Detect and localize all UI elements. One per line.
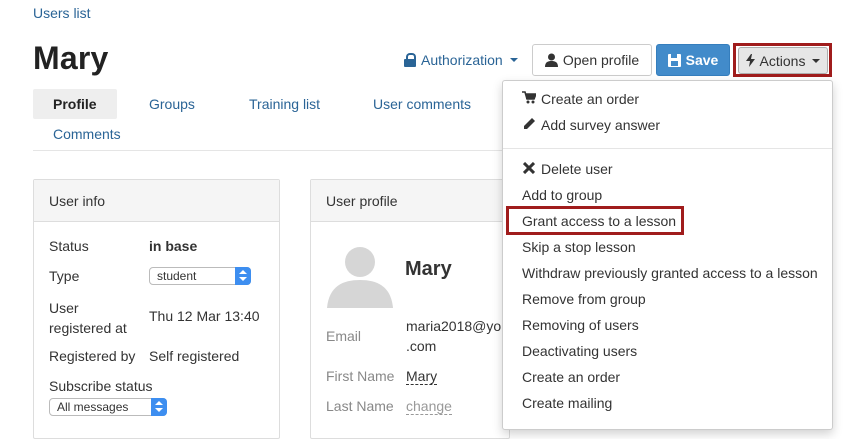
last-name-change-link[interactable]: change: [406, 398, 452, 415]
status-value: in base: [149, 238, 198, 254]
page-title: Mary: [33, 40, 109, 76]
menu-item-skip-stop-lesson[interactable]: Skip a stop lesson: [522, 239, 636, 255]
registered-at-label: User registered at: [49, 300, 127, 336]
registered-by-value: Self registered: [149, 348, 240, 364]
menu-item-remove-from-group[interactable]: Remove from group: [522, 291, 646, 307]
tabs-divider: [33, 150, 503, 151]
floppy-icon: [667, 53, 681, 67]
user-icon: [544, 53, 558, 67]
caret-down-icon: [812, 58, 821, 63]
last-name-label: Last Name: [326, 398, 394, 414]
email-value-line2: .com: [406, 338, 437, 354]
user-info-title: User info: [34, 180, 279, 222]
menu-item-withdraw-access[interactable]: Withdraw previously granted access to a …: [522, 265, 818, 281]
menu-divider: [503, 148, 832, 149]
menu-item-add-to-group[interactable]: Add to group: [522, 187, 602, 203]
tab-training-list[interactable]: Training list: [249, 96, 320, 112]
tab-user-comments[interactable]: User comments: [373, 96, 471, 112]
open-profile-label: Open profile: [562, 52, 640, 68]
tab-comments[interactable]: Comments: [53, 126, 121, 142]
menu-item-label: Add survey answer: [541, 117, 661, 133]
first-name-value[interactable]: Mary: [406, 368, 438, 385]
email-value-line1: maria2018@yop: [406, 318, 509, 334]
actions-dropdown-menu: Create an order Add survey answer Delete…: [502, 80, 833, 430]
registered-by-label: Registered by: [49, 348, 136, 364]
menu-item-deactivating-users[interactable]: Deactivating users: [522, 343, 637, 359]
first-name-label: First Name: [326, 368, 395, 384]
actions-button[interactable]: Actions: [738, 47, 828, 74]
breadcrumb-users-list[interactable]: Users list: [33, 5, 91, 21]
menu-item-label: Delete user: [541, 161, 613, 177]
profile-name: Mary: [405, 258, 452, 280]
menu-item-delete-user[interactable]: Delete user: [522, 161, 613, 177]
type-select-value: student: [157, 269, 197, 283]
pencil-icon: [522, 117, 536, 133]
authorization-label: Authorization: [421, 52, 503, 68]
caret-down-icon: [509, 58, 518, 62]
type-label: Type: [49, 268, 80, 284]
lock-icon: [404, 53, 416, 67]
menu-item-add-survey-answer[interactable]: Add survey answer: [522, 117, 660, 133]
select-arrows-icon: [235, 267, 251, 285]
menu-item-removing-users[interactable]: Removing of users: [522, 317, 639, 333]
tab-profile[interactable]: Profile: [33, 89, 117, 119]
save-button[interactable]: Save: [656, 44, 730, 76]
menu-item-create-mailing[interactable]: Create mailing: [522, 395, 612, 411]
close-icon: [522, 161, 536, 177]
subscribe-status-value: All messages: [57, 400, 129, 414]
select-arrows-icon: [151, 398, 167, 416]
actions-label: Actions: [759, 52, 806, 69]
save-label: Save: [685, 52, 719, 68]
user-info-panel: User info Status in base Type student Us…: [33, 179, 280, 439]
subscribe-status-select[interactable]: All messages: [49, 398, 167, 416]
cart-icon: [522, 91, 538, 107]
menu-item-label: Create an order: [541, 91, 640, 107]
open-profile-button[interactable]: Open profile: [532, 44, 652, 76]
bolt-icon: [745, 54, 755, 67]
type-select[interactable]: student: [149, 267, 251, 285]
user-profile-title: User profile: [311, 180, 509, 222]
user-silhouette-icon: [327, 247, 393, 308]
grant-access-highlight-outline: [506, 206, 684, 235]
email-label: Email: [326, 328, 362, 344]
subscribe-status-label: Subscribe status: [49, 378, 153, 394]
menu-item-create-order[interactable]: Create an order: [522, 369, 620, 385]
authorization-dropdown[interactable]: Authorization: [404, 52, 518, 68]
status-label: Status: [49, 238, 89, 254]
registered-at-value: Thu 12 Mar 13:40: [149, 308, 260, 324]
tab-groups[interactable]: Groups: [149, 96, 195, 112]
menu-item-create-order-top[interactable]: Create an order: [522, 91, 639, 107]
avatar: [325, 238, 395, 308]
